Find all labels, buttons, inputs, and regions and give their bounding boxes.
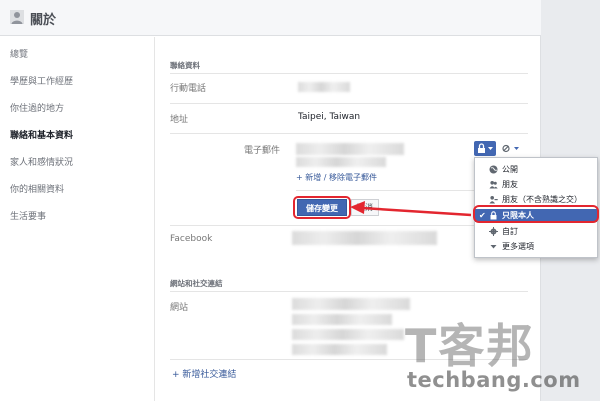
privacy-option-label: 公開	[502, 165, 518, 174]
divider	[170, 103, 528, 104]
address-label: 地址	[170, 115, 189, 125]
privacy-option-label: 朋友	[502, 180, 518, 189]
phone-value-redacted	[298, 82, 350, 92]
contact-section-title: 聯絡資料	[170, 61, 200, 70]
website-label: 網站	[170, 303, 189, 313]
techbang-watermark: T客邦 techbang.com	[405, 310, 580, 400]
hidden-icon	[502, 144, 519, 153]
sidebar-item-family-relationships[interactable]: 家人和感情狀況	[10, 155, 73, 168]
divider	[296, 190, 476, 191]
website-redacted-4	[292, 344, 387, 355]
add-social-link[interactable]: + 新增社交連結	[172, 367, 236, 380]
email-label: 電子郵件	[244, 146, 281, 156]
timeline-visibility-button[interactable]	[500, 141, 522, 156]
only-me-highlight-ring	[473, 205, 599, 223]
facebook-url-redacted	[292, 231, 437, 245]
website-redacted-2	[292, 314, 392, 325]
watermark-logo-text: T客邦	[405, 319, 535, 373]
friends-icon	[489, 181, 498, 189]
page-title: 關於	[30, 13, 57, 28]
sidebar-item-places-lived[interactable]: 你住過的地方	[10, 101, 64, 114]
sidebar-item-overview[interactable]: 總覽	[10, 47, 28, 60]
sidebar-item-details-about-you[interactable]: 你的相關資料	[10, 182, 64, 195]
privacy-option-custom[interactable]: 自訂	[475, 225, 597, 238]
add-remove-email-link[interactable]: + 新增 / 移除電子郵件	[296, 172, 377, 183]
website-redacted-3	[292, 329, 404, 340]
phone-label: 行動電話	[170, 84, 207, 94]
privacy-option-label: 自訂	[502, 227, 518, 236]
caret-down-icon	[490, 245, 497, 249]
watermark-url-text: techbang.com	[407, 368, 581, 392]
privacy-option-friends[interactable]: 朋友	[475, 178, 597, 191]
divider	[170, 133, 528, 134]
sidebar-item-contact-basic-info[interactable]: 聯絡和基本資料	[10, 128, 73, 141]
about-header: 關於	[0, 0, 541, 36]
sidebar-item-life-events[interactable]: 生活要事	[10, 209, 46, 222]
website-redacted-1	[292, 298, 410, 310]
globe-icon	[489, 165, 498, 174]
privacy-option-label: 更多選項	[502, 242, 534, 251]
email-value-redacted	[296, 143, 404, 155]
email-value-redacted-2	[296, 157, 386, 167]
lock-icon	[478, 143, 493, 153]
gear-icon	[489, 227, 498, 236]
websites-section-title: 網站和社交連結	[170, 279, 223, 288]
sidebar-item-work-education[interactable]: 學歷與工作經歷	[10, 74, 73, 87]
privacy-option-public[interactable]: 公開	[475, 163, 597, 176]
privacy-option-more[interactable]: 更多選項	[475, 240, 597, 253]
privacy-selector-button[interactable]	[474, 141, 496, 156]
facebook-label: Facebook	[170, 234, 213, 244]
address-value[interactable]: Taipei, Taiwan	[298, 112, 360, 122]
cancel-button[interactable]: 取消	[351, 199, 379, 216]
save-highlight-ring	[293, 196, 351, 219]
user-icon	[10, 10, 24, 24]
about-sidebar: 總覽 學歷與工作經歷 你住過的地方 聯絡和基本資料 家人和感情狀況 你的相關資料…	[0, 37, 155, 401]
divider	[170, 73, 528, 74]
divider	[170, 291, 528, 292]
friends-except-icon	[489, 196, 498, 204]
